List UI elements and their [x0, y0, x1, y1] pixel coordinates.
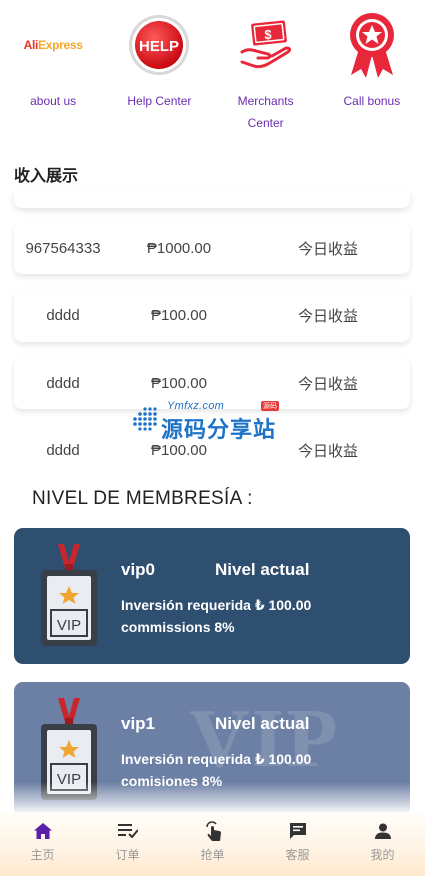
nav-item-customer-service[interactable]: 客服: [255, 812, 340, 876]
vip-badge-icon: VIP: [41, 544, 97, 646]
quick-link-merchants-center[interactable]: $ Merchants Center: [213, 0, 319, 140]
income-label: 今日收益: [297, 375, 358, 393]
income-label: 今日收益: [297, 308, 358, 325]
quick-link-label: Help Center: [127, 94, 192, 108]
svg-text:VIP: VIP: [57, 617, 81, 634]
quick-link-about-us[interactable]: AliExpress about us: [0, 0, 106, 140]
income-amount: ₱100.00: [151, 442, 207, 459]
award-ribbon-icon: [319, 0, 425, 90]
income-list: 967564333 ₱1000.00 今日收益 dddd ₱100.00 今日收…: [14, 190, 410, 492]
home-icon: [32, 821, 54, 841]
nav-item-grab-order[interactable]: 抢单: [170, 812, 255, 876]
income-amount: ₱100.00: [151, 307, 207, 324]
quick-link-help-center[interactable]: HELP Help Center: [106, 0, 212, 140]
tap-hand-icon: [202, 821, 224, 841]
income-section-title: 收入展示: [14, 168, 79, 185]
income-user: dddd: [46, 307, 80, 324]
membership-title: NIVEL DE MEMBRESÍA :: [32, 488, 253, 509]
vip-requirement: Inversión requerida ₺ 100.00: [121, 597, 312, 613]
vip-name: vip0: [121, 560, 156, 579]
income-user: 967564333: [25, 239, 101, 257]
scroll-fade: [0, 782, 425, 812]
nav-item-home[interactable]: 主页: [0, 812, 85, 876]
quick-link-label: about us: [30, 94, 77, 108]
watermark-badge: 源码: [261, 401, 279, 411]
quick-links: AliExpress about us HELP Help Center $ M…: [0, 0, 425, 140]
vip-current-level: Nivel actual: [215, 560, 310, 579]
nav-item-orders[interactable]: 订单: [85, 812, 170, 876]
income-label: 今日收益: [297, 240, 358, 258]
svg-text:HELP: HELP: [139, 38, 179, 55]
vip-commission: commissions 8%: [121, 619, 235, 635]
bottom-nav: 主页 订单 抢单 客服 我的: [0, 812, 425, 876]
watermark: Ymfxz.com 源码 源码分享站: [133, 400, 283, 442]
nav-label: 订单: [115, 848, 140, 862]
nav-label: 抢单: [200, 848, 225, 862]
income-user: dddd: [46, 442, 80, 459]
income-row: dddd ₱100.00 今日收益: [14, 289, 410, 342]
income-row: 967564333 ₱1000.00 今日收益: [14, 222, 410, 274]
income-amount: ₱100.00: [151, 374, 207, 392]
watermark-title: 源码分享站: [161, 417, 277, 442]
vip-current-level: Nivel actual: [215, 714, 310, 733]
income-row-partial: [14, 190, 410, 208]
svg-text:$: $: [264, 27, 272, 42]
quick-link-label: Call bonus: [343, 94, 401, 108]
nav-label: 我的: [370, 848, 395, 862]
nav-item-profile[interactable]: 我的: [340, 812, 425, 876]
quick-link-call-bonus[interactable]: Call bonus: [319, 0, 425, 140]
watermark-dots-icon: [133, 407, 157, 431]
income-user: dddd: [46, 374, 80, 392]
user-icon: [372, 821, 394, 841]
money-hand-icon: $: [213, 0, 319, 90]
order-list-icon: [117, 821, 139, 841]
help-icon: HELP: [106, 0, 212, 90]
vip-card-vip0[interactable]: VIP vip0 Nivel actual Inversión requerid…: [14, 528, 410, 664]
nav-label: 主页: [30, 848, 55, 862]
nav-label: 客服: [285, 848, 310, 862]
vip-requirement: Inversión requerida ₺ 100.00: [121, 751, 312, 767]
income-amount: ₱1000.00: [146, 239, 212, 257]
chat-icon: [287, 821, 309, 841]
vip-name: vip1: [121, 714, 156, 733]
quick-link-label: Merchants Center: [237, 94, 294, 130]
aliexpress-logo: AliExpress: [23, 38, 83, 52]
watermark-url: Ymfxz.com: [167, 400, 225, 412]
